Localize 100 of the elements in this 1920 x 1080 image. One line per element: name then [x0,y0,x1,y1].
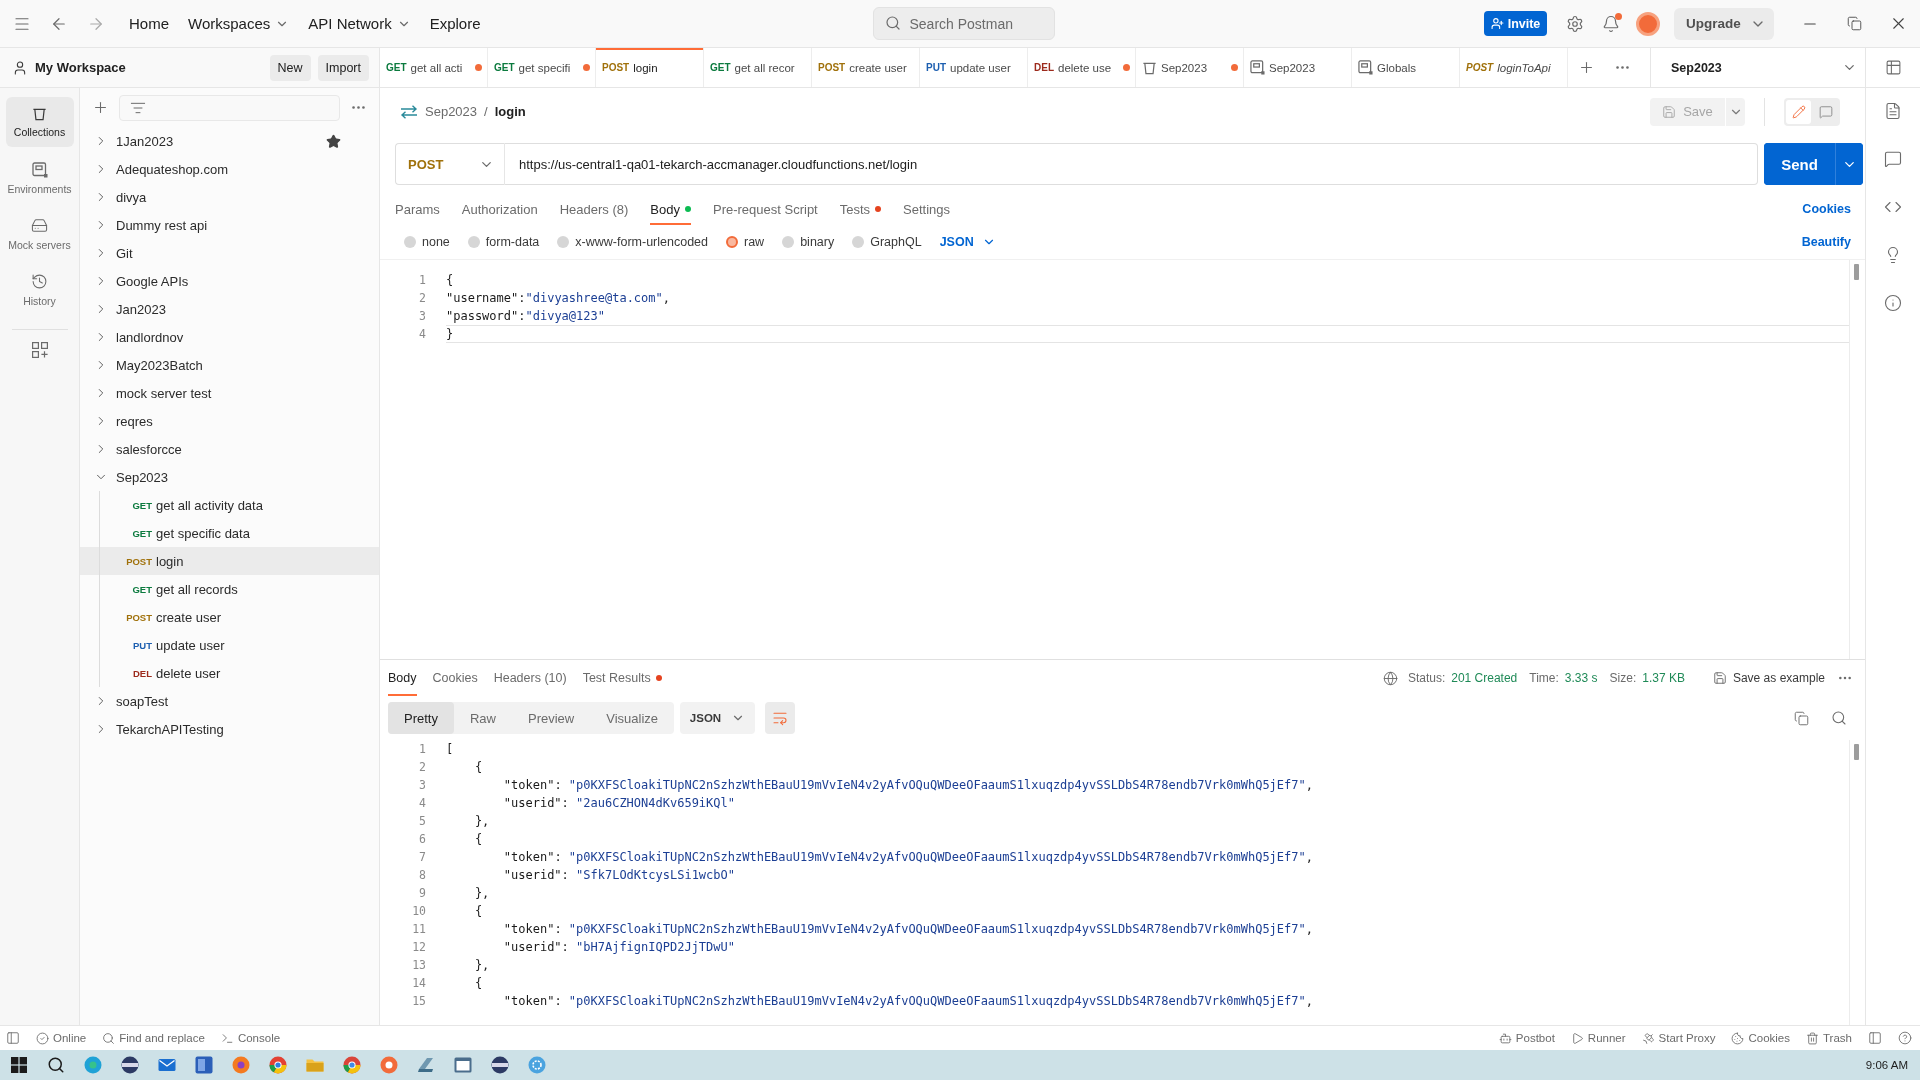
grid-plus-icon[interactable] [31,342,48,358]
app-icon[interactable] [490,1056,509,1074]
method-select[interactable]: POST [395,143,505,185]
panel-icon[interactable] [6,1031,20,1045]
collection-name[interactable]: landlordnov [116,329,184,345]
request-name[interactable]: get all activity data [156,497,263,513]
request-name[interactable]: get specific data [156,525,250,541]
globe-icon[interactable] [1382,670,1398,686]
radio-button[interactable] [467,236,480,248]
app-icon[interactable] [453,1056,472,1074]
tab[interactable]: Cookies [432,660,478,696]
view-mode-button[interactable]: Preview [512,702,591,734]
document-icon[interactable] [1884,102,1902,120]
tree-item[interactable]: POST create user [80,603,379,631]
status-bar-button[interactable]: Console [220,1031,281,1045]
app-icon[interactable] [157,1056,176,1074]
save-example-button[interactable]: Save as example [1712,671,1825,685]
nav-link[interactable]: Home [123,11,175,36]
radio-label[interactable]: raw [744,235,765,249]
request-name[interactable]: get all records [156,581,238,597]
collection-name[interactable]: TekarchAPITesting [116,721,224,737]
radio-label[interactable]: form-data [485,235,540,249]
status-bar-button[interactable]: Start Proxy [1641,1031,1716,1045]
save-options-button[interactable] [1726,97,1745,126]
tab[interactable]: Body [388,660,417,696]
tab[interactable]: Params [395,193,440,225]
url-input[interactable]: https://us-central1-qa01-tekarch-accmanager.cloudfunctions.net/login [505,143,1758,185]
collection-name[interactable]: soapTest [116,693,169,709]
collection-name[interactable]: salesforcce [116,441,182,457]
nav-link[interactable]: API Network [302,11,417,36]
workspace-button[interactable]: Import [317,54,369,81]
tree-item[interactable]: GET get all activity data [80,491,379,519]
collection-name[interactable]: May2023Batch [116,357,203,373]
tab[interactable]: Test Results [582,660,662,696]
app-icon[interactable] [194,1056,213,1074]
status-bar-button[interactable]: Find and replace [102,1031,205,1045]
tab[interactable]: Tests [839,193,882,225]
settings-icon[interactable] [1566,14,1584,33]
restore-icon[interactable] [1846,16,1862,31]
rail-nav-button[interactable]: Mock servers [5,209,74,259]
bell-icon[interactable] [1602,14,1620,33]
tab[interactable]: Headers (10) [493,660,567,696]
radio-label[interactable]: GraphQL [870,235,922,249]
status-bar-button[interactable]: Trash [1806,1031,1852,1045]
tree-item[interactable]: DEL delete user [80,659,379,687]
panel-icon[interactable] [1868,1031,1882,1045]
collection-name[interactable]: Sep2023 [116,469,169,485]
format-select[interactable]: JSON [939,235,996,249]
radio-label[interactable]: none [422,235,450,249]
wrap-toggle[interactable] [765,702,796,734]
workspace-button[interactable]: New [269,54,311,81]
app-icon[interactable] [231,1056,250,1074]
collection-name[interactable]: Adequateshop.com [116,161,229,177]
radio-button[interactable] [852,236,865,248]
collection-name[interactable]: Jan2023 [116,301,166,317]
collection-name[interactable]: 1Jan2023 [116,133,174,149]
workspace-name[interactable]: My Workspace [35,60,126,75]
tab[interactable]: Settings [903,193,951,225]
search-icon[interactable] [46,1056,65,1074]
nav-link[interactable]: Workspaces [182,11,296,36]
filter-field[interactable] [119,94,340,121]
code-editor[interactable]: 1 2 3 4 { "username":"divyashree@ta.com", "password":"divya@123" } [380,259,1865,660]
radio-button[interactable] [404,236,416,248]
beautify-link[interactable]: Beautify [1801,235,1851,249]
status-bar-button[interactable]: Online [36,1031,87,1045]
tab[interactable]: Authorization [461,193,538,225]
status-bar-button[interactable]: Postbot [1498,1031,1555,1045]
nav-link[interactable]: Explore [423,11,487,36]
radio-button[interactable] [726,236,738,248]
comment-icon[interactable] [1884,150,1902,168]
invite-button[interactable]: Invite [1484,11,1547,36]
tab[interactable]: Pre-request Script [712,193,818,225]
request-name[interactable]: create user [156,609,222,625]
view-mode-button[interactable]: Raw [453,702,512,734]
toggle-button[interactable] [1786,99,1811,124]
status-bar-button[interactable]: Cookies [1731,1031,1790,1045]
cookies-link[interactable]: Cookies [1802,193,1851,225]
collection-name[interactable]: Google APIs [116,273,189,289]
tab[interactable]: Headers (8) [559,193,629,225]
app-icon[interactable] [120,1056,139,1074]
radio-label[interactable]: binary [800,235,835,249]
app-icon[interactable] [416,1056,435,1074]
four-squares-icon[interactable] [10,1057,27,1073]
star-icon[interactable] [326,133,341,149]
rail-nav-button[interactable]: History [5,265,74,315]
upgrade-button[interactable]: Upgrade [1674,7,1774,40]
rail-nav-button[interactable]: Environments [5,153,74,203]
collection-name[interactable]: mock server test [116,385,212,401]
status-bar-button[interactable]: Runner [1570,1031,1626,1045]
breadcrumb-link[interactable]: Sep2023 [425,104,478,119]
tree-item[interactable]: POST login [80,547,379,575]
request-name[interactable]: delete user [156,665,221,681]
collection-name[interactable]: divya [116,189,147,205]
info-icon[interactable] [1884,294,1902,312]
view-mode-button[interactable]: Pretty [388,702,454,734]
tree-item[interactable]: GET get specific data [80,519,379,547]
radio-button[interactable] [782,236,795,248]
table-icon[interactable] [1884,59,1902,76]
collection-name[interactable]: Git [116,245,133,261]
tab[interactable]: Body [650,193,691,225]
